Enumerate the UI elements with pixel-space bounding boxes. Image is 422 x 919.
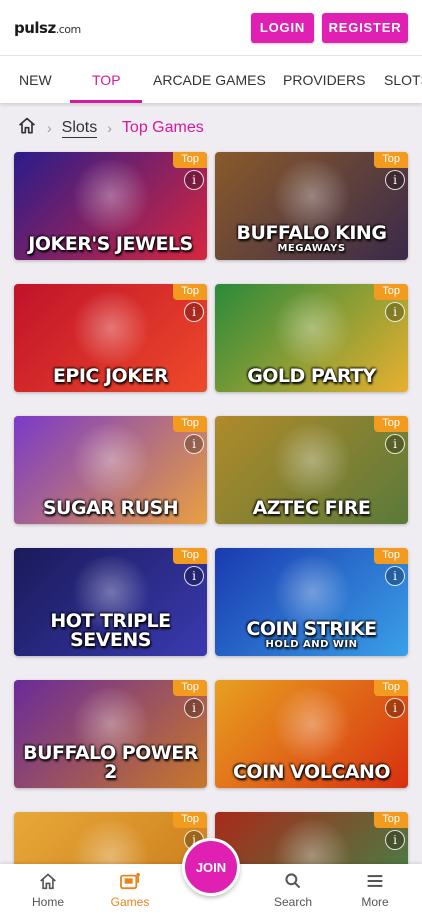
pulsz-logo[interactable]: pulsz.com — [14, 19, 81, 37]
logo-suffix: .com — [55, 22, 82, 36]
info-icon[interactable]: i — [385, 434, 405, 454]
top-badge: Top — [374, 284, 408, 300]
game-tile[interactable]: Top i COIN STRIKE HOLD AND WIN — [215, 548, 408, 656]
game-tile[interactable]: Top i BUFFALO POWER 2 — [14, 680, 207, 788]
nav-search[interactable]: Search — [263, 872, 323, 909]
game-artwork — [69, 424, 153, 496]
top-badge: Top — [173, 548, 207, 564]
game-title: BUFFALO POWER 2 — [14, 744, 207, 782]
game-title: COIN VOLCANO — [215, 763, 408, 782]
nav-games-label: Games — [110, 895, 150, 909]
game-artwork — [270, 292, 354, 364]
auth-buttons: LOGIN REGISTER — [251, 12, 408, 43]
game-tile[interactable]: Top i AZTEC FIRE — [215, 416, 408, 524]
top-badge: Top — [374, 812, 408, 828]
breadcrumb: › Slots › Top Games — [17, 116, 204, 140]
game-tile[interactable]: Top i COIN VOLCANO — [215, 680, 408, 788]
info-icon[interactable]: i — [184, 434, 204, 454]
nav-search-label: Search — [273, 895, 313, 909]
game-title: EPIC JOKER — [14, 367, 207, 386]
info-icon[interactable]: i — [385, 302, 405, 322]
top-badge: Top — [173, 152, 207, 168]
game-title: GOLD PARTY — [215, 367, 408, 386]
chevron-right-icon: › — [47, 120, 52, 136]
game-title-text: BUFFALO POWER 2 — [23, 742, 198, 783]
game-artwork — [270, 688, 354, 760]
info-icon[interactable]: i — [184, 170, 204, 190]
game-title: SUGAR RUSH — [14, 499, 207, 518]
login-button[interactable]: LOGIN — [251, 12, 314, 43]
game-title: BUFFALO KING MEGAWAYS — [215, 224, 408, 254]
tab-arcade-games[interactable]: ARCADE GAMES — [153, 56, 266, 103]
tab-new[interactable]: NEW — [19, 56, 52, 103]
info-icon[interactable]: i — [184, 566, 204, 586]
category-tabs: NEW TOP ARCADE GAMES PROVIDERS SLOTS — [0, 56, 422, 103]
breadcrumb-current: Top Games — [121, 119, 204, 136]
top-badge: Top — [374, 548, 408, 564]
game-title: COIN STRIKE HOLD AND WIN — [215, 620, 408, 650]
top-badge: Top — [173, 416, 207, 432]
game-tile[interactable]: Top i SUGAR RUSH — [14, 416, 207, 524]
nav-home-label: Home — [31, 895, 64, 909]
top-badge: Top — [173, 680, 207, 696]
join-button[interactable]: JOIN — [182, 838, 240, 896]
game-title-text: EPIC JOKER — [52, 365, 169, 387]
nav-home[interactable]: Home — [18, 872, 78, 909]
top-badge: Top — [173, 812, 207, 828]
game-subtitle: MEGAWAYS — [277, 243, 346, 254]
game-tile[interactable]: Top i BUFFALO KING MEGAWAYS — [215, 152, 408, 260]
game-title-text: JOKER'S JEWELS — [28, 233, 193, 255]
tab-providers[interactable]: PROVIDERS — [283, 56, 365, 103]
top-badge: Top — [374, 152, 408, 168]
top-badge: Top — [374, 680, 408, 696]
nav-more-label: More — [361, 895, 389, 909]
info-icon[interactable]: i — [385, 830, 405, 850]
tab-top[interactable]: TOP — [92, 56, 121, 103]
game-artwork — [270, 424, 354, 496]
game-title-text: GOLD PARTY — [247, 365, 376, 387]
nav-more[interactable]: More — [345, 872, 405, 909]
info-icon[interactable]: i — [184, 302, 204, 322]
game-tile[interactable]: Top i EPIC JOKER — [14, 284, 207, 392]
game-title-text: COIN VOLCANO — [232, 761, 391, 783]
top-header: pulsz.com LOGIN REGISTER — [0, 0, 422, 56]
info-icon[interactable]: i — [385, 566, 405, 586]
top-badge: Top — [374, 416, 408, 432]
logo-main: pulsz — [14, 18, 56, 37]
game-title: JOKER'S JEWELS — [14, 235, 207, 254]
game-title-text: SUGAR RUSH — [42, 497, 179, 519]
tab-slots[interactable]: SLOTS — [384, 56, 422, 103]
nav-games[interactable]: Games — [100, 872, 160, 909]
home-icon — [38, 873, 58, 893]
game-title-text: COIN STRIKE — [246, 618, 377, 640]
chevron-right-icon: › — [107, 120, 112, 136]
game-title: AZTEC FIRE — [215, 499, 408, 518]
game-tile[interactable]: Top i GOLD PARTY — [215, 284, 408, 392]
info-icon[interactable]: i — [184, 698, 204, 718]
games-icon — [119, 872, 141, 893]
top-badge: Top — [173, 284, 207, 300]
game-title-text: AZTEC FIRE — [252, 497, 371, 519]
breadcrumb-slots-link[interactable]: Slots — [61, 119, 98, 138]
game-artwork — [69, 160, 153, 232]
home-icon[interactable] — [17, 116, 37, 141]
game-subtitle: HOLD AND WIN — [265, 639, 358, 650]
game-tile[interactable]: Top i HOT TRIPLE SEVENS — [14, 548, 207, 656]
active-tab-indicator — [70, 100, 142, 103]
menu-icon — [365, 875, 385, 893]
game-title-text: HOT TRIPLE SEVENS — [50, 610, 171, 651]
game-tile[interactable]: Top i JOKER'S JEWELS — [14, 152, 207, 260]
game-title: HOT TRIPLE SEVENS — [14, 612, 207, 650]
info-icon[interactable]: i — [385, 170, 405, 190]
search-icon — [283, 873, 303, 893]
register-button[interactable]: REGISTER — [322, 12, 408, 43]
game-artwork — [69, 292, 153, 364]
game-title-text: BUFFALO KING — [236, 222, 387, 244]
info-icon[interactable]: i — [385, 698, 405, 718]
